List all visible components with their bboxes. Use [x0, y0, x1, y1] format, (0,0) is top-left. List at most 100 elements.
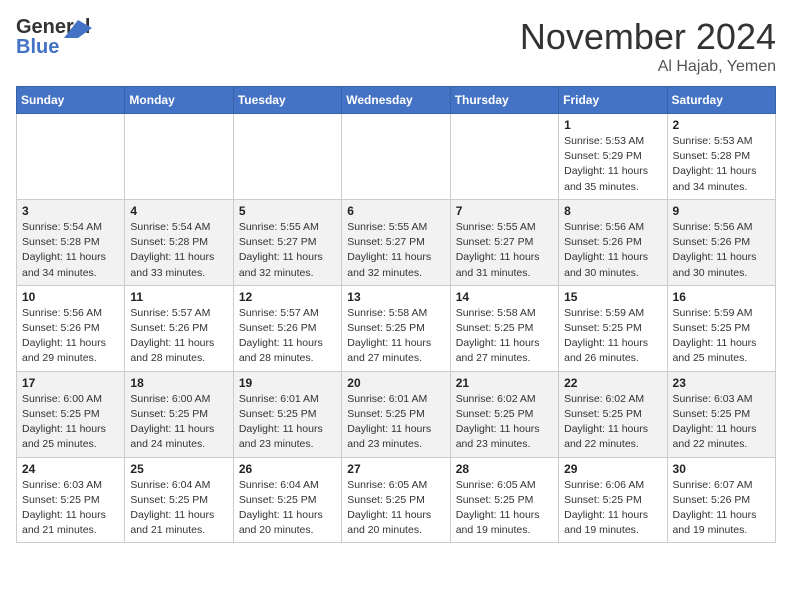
day-number: 28: [456, 462, 553, 476]
calendar-cell: 7 Sunrise: 5:55 AM Sunset: 5:27 PM Daylig…: [450, 199, 558, 285]
day-info: Sunrise: 6:02 AM Sunset: 5:25 PM Dayligh…: [456, 392, 553, 453]
day-info: Sunrise: 5:53 AM Sunset: 5:28 PM Dayligh…: [673, 134, 770, 195]
day-number: 8: [564, 204, 661, 218]
day-number: 12: [239, 290, 336, 304]
calendar-cell: 17Sunrise: 6:00 AM Sunset: 5:25 PM Dayli…: [17, 371, 125, 457]
logo-icon: [64, 20, 92, 38]
day-number: 6: [347, 204, 444, 218]
day-info: Sunrise: 5:54 AM Sunset: 5:28 PM Dayligh…: [130, 220, 227, 281]
day-info: Sunrise: 6:04 AM Sunset: 5:25 PM Dayligh…: [239, 478, 336, 539]
day-number: 10: [22, 290, 119, 304]
calendar-cell: 26 Sunrise: 6:04 AM Sunset: 5:25 PM Dayli…: [233, 457, 341, 543]
day-info: Sunrise: 5:55 AM Sunset: 5:27 PM Dayligh…: [239, 220, 336, 281]
calendar-cell: 6 Sunrise: 5:55 AM Sunset: 5:27 PM Daylig…: [342, 199, 450, 285]
day-info: Sunrise: 5:55 AM Sunset: 5:27 PM Dayligh…: [456, 220, 553, 281]
day-info: Sunrise: 6:00 AM Sunset: 5:25 PM Dayligh…: [130, 392, 227, 453]
calendar-week-row: 17Sunrise: 6:00 AM Sunset: 5:25 PM Dayli…: [17, 371, 776, 457]
day-number: 3: [22, 204, 119, 218]
day-number: 9: [673, 204, 770, 218]
day-number: 1: [564, 118, 661, 132]
day-info: Sunrise: 6:07 AM Sunset: 5:26 PM Dayligh…: [673, 478, 770, 539]
location: Al Hajab, Yemen: [520, 58, 776, 76]
day-info: Sunrise: 6:05 AM Sunset: 5:25 PM Dayligh…: [347, 478, 444, 539]
day-number: 23: [673, 376, 770, 390]
weekday-header: Sunday: [17, 87, 125, 114]
day-info: Sunrise: 5:58 AM Sunset: 5:25 PM Dayligh…: [347, 306, 444, 367]
weekday-header: Monday: [125, 87, 233, 114]
day-number: 20: [347, 376, 444, 390]
calendar-cell: 24 Sunrise: 6:03 AM Sunset: 5:25 PM Dayli…: [17, 457, 125, 543]
day-number: 24: [22, 462, 119, 476]
weekday-header-row: SundayMondayTuesdayWednesdayThursdayFrid…: [17, 87, 776, 114]
calendar-week-row: 3 Sunrise: 5:54 AM Sunset: 5:28 PM Daylig…: [17, 199, 776, 285]
calendar-cell: 28 Sunrise: 6:05 AM Sunset: 5:25 PM Dayli…: [450, 457, 558, 543]
day-info: Sunrise: 6:06 AM Sunset: 5:25 PM Dayligh…: [564, 478, 661, 539]
day-info: Sunrise: 5:55 AM Sunset: 5:27 PM Dayligh…: [347, 220, 444, 281]
calendar-cell: 23 Sunrise: 6:03 AM Sunset: 5:25 PM Dayli…: [667, 371, 775, 457]
calendar-cell: 16Sunrise: 5:59 AM Sunset: 5:25 PM Dayli…: [667, 285, 775, 371]
month-title: November 2024: [520, 16, 776, 58]
day-number: 21: [456, 376, 553, 390]
calendar-cell: 3 Sunrise: 5:54 AM Sunset: 5:28 PM Daylig…: [17, 199, 125, 285]
calendar-table: SundayMondayTuesdayWednesdayThursdayFrid…: [16, 86, 776, 543]
calendar-cell: 21 Sunrise: 6:02 AM Sunset: 5:25 PM Dayli…: [450, 371, 558, 457]
calendar-cell: 20Sunrise: 6:01 AM Sunset: 5:25 PM Dayli…: [342, 371, 450, 457]
calendar-cell: 1 Sunrise: 5:53 AM Sunset: 5:29 PM Daylig…: [559, 114, 667, 200]
calendar-cell: 10 Sunrise: 5:56 AM Sunset: 5:26 PM Dayli…: [17, 285, 125, 371]
calendar-cell: 9 Sunrise: 5:56 AM Sunset: 5:26 PM Daylig…: [667, 199, 775, 285]
day-number: 22: [564, 376, 661, 390]
calendar-cell: 22 Sunrise: 6:02 AM Sunset: 5:25 PM Dayli…: [559, 371, 667, 457]
calendar-cell: [233, 114, 341, 200]
day-number: 14: [456, 290, 553, 304]
day-number: 25: [130, 462, 227, 476]
day-info: Sunrise: 6:05 AM Sunset: 5:25 PM Dayligh…: [456, 478, 553, 539]
calendar-cell: 30 Sunrise: 6:07 AM Sunset: 5:26 PM Dayli…: [667, 457, 775, 543]
day-number: 30: [673, 462, 770, 476]
day-number: 5: [239, 204, 336, 218]
calendar-cell: [450, 114, 558, 200]
calendar-cell: 5 Sunrise: 5:55 AM Sunset: 5:27 PM Daylig…: [233, 199, 341, 285]
calendar-cell: [17, 114, 125, 200]
calendar-cell: 25 Sunrise: 6:04 AM Sunset: 5:25 PM Dayli…: [125, 457, 233, 543]
calendar-cell: 2Sunrise: 5:53 AM Sunset: 5:28 PM Daylig…: [667, 114, 775, 200]
day-info: Sunrise: 5:57 AM Sunset: 5:26 PM Dayligh…: [130, 306, 227, 367]
day-number: 16: [673, 290, 770, 304]
day-number: 4: [130, 204, 227, 218]
calendar-cell: 13 Sunrise: 5:58 AM Sunset: 5:25 PM Dayli…: [342, 285, 450, 371]
calendar-cell: 15Sunrise: 5:59 AM Sunset: 5:25 PM Dayli…: [559, 285, 667, 371]
day-number: 18: [130, 376, 227, 390]
calendar-cell: 29 Sunrise: 6:06 AM Sunset: 5:25 PM Dayli…: [559, 457, 667, 543]
day-info: Sunrise: 5:56 AM Sunset: 5:26 PM Dayligh…: [22, 306, 119, 367]
calendar-cell: [342, 114, 450, 200]
day-info: Sunrise: 6:03 AM Sunset: 5:25 PM Dayligh…: [673, 392, 770, 453]
calendar-cell: 4 Sunrise: 5:54 AM Sunset: 5:28 PM Daylig…: [125, 199, 233, 285]
weekday-header: Wednesday: [342, 87, 450, 114]
day-info: Sunrise: 6:03 AM Sunset: 5:25 PM Dayligh…: [22, 478, 119, 539]
day-info: Sunrise: 5:53 AM Sunset: 5:29 PM Dayligh…: [564, 134, 661, 195]
calendar-week-row: 10 Sunrise: 5:56 AM Sunset: 5:26 PM Dayli…: [17, 285, 776, 371]
calendar-cell: 19 Sunrise: 6:01 AM Sunset: 5:25 PM Dayli…: [233, 371, 341, 457]
day-number: 29: [564, 462, 661, 476]
calendar-cell: 27 Sunrise: 6:05 AM Sunset: 5:25 PM Dayli…: [342, 457, 450, 543]
day-info: Sunrise: 6:04 AM Sunset: 5:25 PM Dayligh…: [130, 478, 227, 539]
day-number: 13: [347, 290, 444, 304]
calendar-cell: 8 Sunrise: 5:56 AM Sunset: 5:26 PM Daylig…: [559, 199, 667, 285]
day-number: 27: [347, 462, 444, 476]
day-info: Sunrise: 6:01 AM Sunset: 5:25 PM Dayligh…: [239, 392, 336, 453]
day-number: 15: [564, 290, 661, 304]
logo-blue: Blue: [16, 36, 59, 59]
calendar-cell: 12 Sunrise: 5:57 AM Sunset: 5:26 PM Dayli…: [233, 285, 341, 371]
day-info: Sunrise: 5:54 AM Sunset: 5:28 PM Dayligh…: [22, 220, 119, 281]
day-info: Sunrise: 5:56 AM Sunset: 5:26 PM Dayligh…: [673, 220, 770, 281]
day-number: 26: [239, 462, 336, 476]
day-info: Sunrise: 5:56 AM Sunset: 5:26 PM Dayligh…: [564, 220, 661, 281]
weekday-header: Tuesday: [233, 87, 341, 114]
page-header: General Blue November 2024 Al Hajab, Yem…: [16, 16, 776, 76]
day-info: Sunrise: 5:57 AM Sunset: 5:26 PM Dayligh…: [239, 306, 336, 367]
day-number: 19: [239, 376, 336, 390]
calendar-week-row: 24 Sunrise: 6:03 AM Sunset: 5:25 PM Dayli…: [17, 457, 776, 543]
calendar-cell: 14Sunrise: 5:58 AM Sunset: 5:25 PM Dayli…: [450, 285, 558, 371]
day-number: 7: [456, 204, 553, 218]
day-info: Sunrise: 6:02 AM Sunset: 5:25 PM Dayligh…: [564, 392, 661, 453]
weekday-header: Friday: [559, 87, 667, 114]
